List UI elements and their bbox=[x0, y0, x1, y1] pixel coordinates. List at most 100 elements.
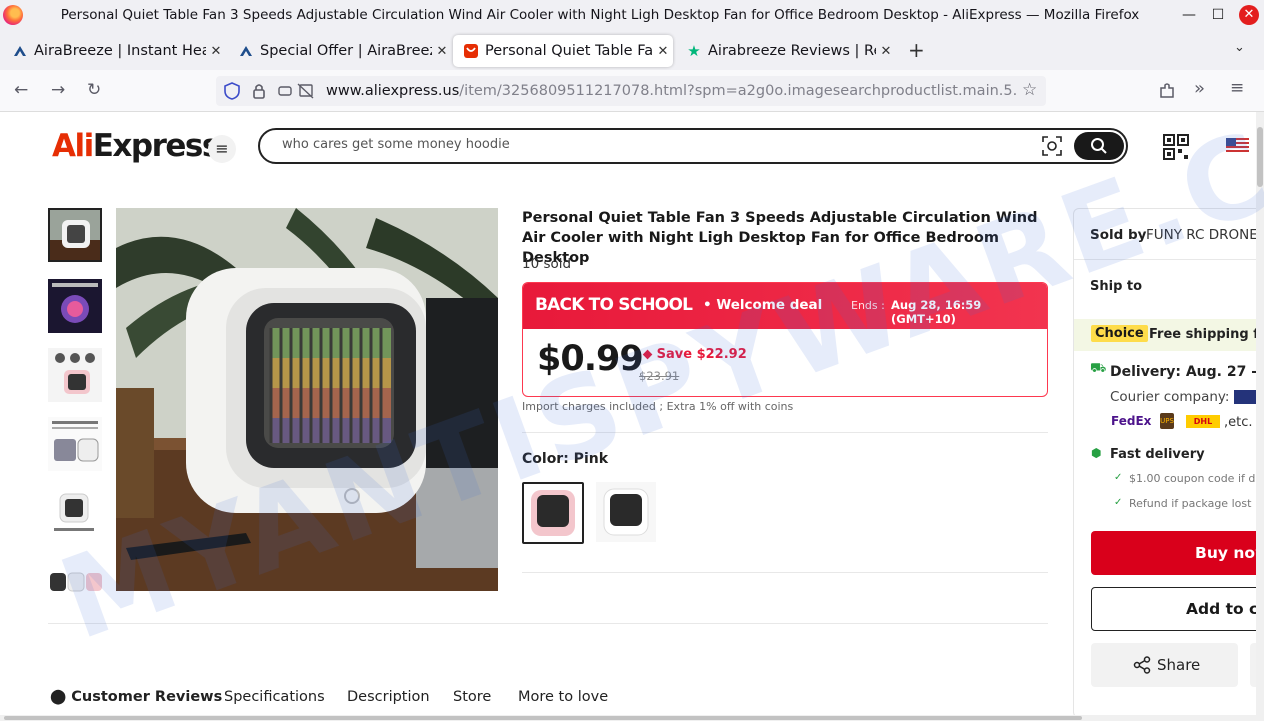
choice-badge: Choice bbox=[1091, 325, 1148, 342]
main-product-image[interactable] bbox=[116, 208, 498, 591]
scrollbar-thumb[interactable] bbox=[4, 716, 1082, 720]
tab-label: AiraBreeze | Instant Hea bbox=[34, 43, 206, 59]
tab-airabreeze-reviews[interactable]: ★ Airabreeze Reviews | Rea ✕ bbox=[676, 35, 896, 67]
coupon-note: $1.00 coupon code if dela bbox=[1129, 472, 1264, 485]
ends-label: Ends : bbox=[851, 299, 885, 312]
truck-icon: ⛟ bbox=[1090, 361, 1107, 376]
minimize-button[interactable]: — bbox=[1174, 3, 1204, 27]
hamburger-menu-icon[interactable]: ≡ bbox=[1230, 78, 1244, 98]
choice-row: Choice Free shipping for bbox=[1074, 319, 1264, 351]
close-icon[interactable]: ✕ bbox=[653, 44, 673, 59]
color-label: Color: Pink bbox=[522, 451, 609, 467]
fedex-logo: FedEx bbox=[1111, 414, 1152, 428]
tab-more-to-love[interactable]: More to love bbox=[518, 689, 608, 705]
trustpilot-star-icon: ★ bbox=[687, 42, 701, 60]
aliexpress-logo[interactable]: AliExpress bbox=[52, 128, 220, 164]
aliexpress-favicon-icon bbox=[463, 43, 479, 59]
close-icon[interactable]: ✕ bbox=[432, 44, 452, 59]
scrollbar-thumb[interactable] bbox=[1257, 127, 1263, 187]
purchase-panel: Sold by FUNY RC DRONE Ship to Choice Fre… bbox=[1073, 208, 1264, 718]
ups-logo: UPS bbox=[1160, 413, 1174, 429]
divider bbox=[522, 432, 1048, 433]
category-menu-icon[interactable]: ≡ bbox=[208, 135, 236, 163]
sold-by-label: Sold by bbox=[1090, 227, 1147, 243]
maximize-button[interactable]: ☐ bbox=[1203, 3, 1233, 27]
welcome-deal-label: • Welcome deal bbox=[703, 297, 823, 313]
back-to-school-banner: BACK TO SCHOOL bbox=[535, 295, 693, 315]
us-flag-icon[interactable] bbox=[1226, 138, 1249, 154]
airabreeze-favicon-icon bbox=[12, 43, 28, 59]
qr-code-icon[interactable] bbox=[1163, 134, 1189, 160]
shield-icon[interactable] bbox=[224, 82, 240, 100]
tab-airabreeze-2[interactable]: Special Offer | AiraBreeze ✕ bbox=[228, 35, 452, 67]
etc-label: ,etc. bbox=[1224, 415, 1253, 430]
gallery-thumbnail[interactable] bbox=[48, 417, 102, 471]
tab-label: Airabreeze Reviews | Rea bbox=[708, 43, 876, 59]
share-label: Share bbox=[1157, 656, 1201, 674]
divider bbox=[1074, 259, 1264, 260]
location-pin-icon: ⬤ bbox=[50, 689, 72, 705]
add-to-cart-button[interactable]: Add to car bbox=[1091, 587, 1264, 631]
search-icon bbox=[1091, 138, 1107, 154]
divider bbox=[48, 623, 1048, 624]
buy-now-button[interactable]: Buy now bbox=[1091, 531, 1264, 575]
search-button[interactable] bbox=[1074, 132, 1124, 160]
product-title: Personal Quiet Table Fan 3 Speeds Adjust… bbox=[522, 210, 1038, 266]
tab-specifications[interactable]: Specifications bbox=[224, 689, 325, 705]
fast-delivery-icon: ⬢ bbox=[1091, 446, 1102, 460]
close-icon[interactable]: ✕ bbox=[876, 44, 896, 59]
tab-airabreeze-1[interactable]: AiraBreeze | Instant Hea ✕ bbox=[2, 35, 226, 67]
aliexpress-page: AliExpress ≡ who cares get some money ho… bbox=[0, 112, 1264, 721]
horizontal-scrollbar[interactable] bbox=[0, 715, 1264, 721]
refund-note: Refund if package lost bbox=[1129, 497, 1252, 510]
gallery-thumbnail[interactable] bbox=[48, 348, 102, 402]
camera-search-icon[interactable] bbox=[1042, 136, 1062, 156]
tab-label: Personal Quiet Table Fan bbox=[485, 43, 653, 59]
import-note: Import charges included ; Extra 1% off w… bbox=[522, 400, 794, 413]
gallery-thumbnail[interactable] bbox=[48, 208, 102, 262]
deal-box: BACK TO SCHOOL • Welcome deal Ends : Aug… bbox=[522, 282, 1048, 397]
dhl-logo: DHL bbox=[1186, 415, 1220, 428]
airabreeze-favicon-icon bbox=[238, 43, 254, 59]
ship-to-label: Ship to bbox=[1090, 279, 1143, 294]
check-icon: ✓ bbox=[1114, 497, 1123, 508]
color-swatch-pink[interactable] bbox=[522, 482, 584, 544]
free-shipping-label: Free shipping for bbox=[1149, 327, 1264, 342]
list-all-tabs-chevron-icon[interactable]: ⌄ bbox=[1234, 40, 1245, 55]
tab-description[interactable]: Description bbox=[347, 689, 430, 705]
fast-delivery-label: Fast delivery bbox=[1110, 447, 1205, 462]
bookmark-star-icon[interactable]: ☆ bbox=[1022, 80, 1037, 100]
close-icon[interactable]: ✕ bbox=[206, 44, 226, 59]
search-bar bbox=[258, 128, 1128, 164]
overflow-chevrons-icon[interactable]: » bbox=[1194, 78, 1205, 99]
save-amount: ⬥ Save $22.92 bbox=[643, 347, 747, 362]
deal-header: BACK TO SCHOOL • Welcome deal Ends : Aug… bbox=[523, 283, 1047, 329]
gallery-thumbnail[interactable] bbox=[48, 555, 102, 609]
url-bar[interactable]: www.aliexpress.us/item/3256809511217078.… bbox=[216, 76, 1046, 106]
color-swatch-white[interactable] bbox=[596, 482, 658, 544]
permissions-icon[interactable] bbox=[278, 82, 314, 100]
seller-name[interactable]: FUNY RC DRONE bbox=[1146, 227, 1258, 243]
forward-arrow-icon[interactable]: → bbox=[51, 80, 65, 100]
gallery-thumbnail[interactable] bbox=[48, 279, 102, 333]
vertical-scrollbar[interactable] bbox=[1256, 112, 1264, 721]
reload-icon[interactable]: ↻ bbox=[87, 80, 101, 100]
current-price: $0.99 bbox=[537, 339, 644, 379]
share-button[interactable]: Share bbox=[1091, 643, 1238, 687]
new-tab-button[interactable]: + bbox=[908, 38, 925, 62]
tab-customer-reviews[interactable]: ⬤ Customer Reviews bbox=[50, 689, 222, 705]
original-price: $23.91 bbox=[639, 369, 680, 383]
courier-label: Courier company: bbox=[1110, 389, 1230, 405]
tab-aliexpress[interactable]: Personal Quiet Table Fan ✕ bbox=[453, 35, 673, 67]
close-window-button[interactable]: ✕ bbox=[1239, 5, 1259, 25]
title-bar: Personal Quiet Table Fan 3 Speeds Adjust… bbox=[0, 0, 1264, 30]
lock-icon[interactable] bbox=[252, 82, 266, 100]
sold-count: 10 sold bbox=[522, 256, 572, 272]
search-input[interactable] bbox=[282, 137, 1022, 152]
tab-store[interactable]: Store bbox=[453, 689, 491, 705]
back-arrow-icon[interactable]: ← bbox=[14, 80, 28, 100]
extensions-icon[interactable] bbox=[1158, 82, 1176, 100]
url-text[interactable]: www.aliexpress.us/item/3256809511217078.… bbox=[326, 83, 1016, 99]
gallery-thumbnail[interactable] bbox=[48, 486, 102, 540]
navigation-bar: ← → ↻ www.aliexpress.us/item/32568095112… bbox=[0, 70, 1264, 112]
